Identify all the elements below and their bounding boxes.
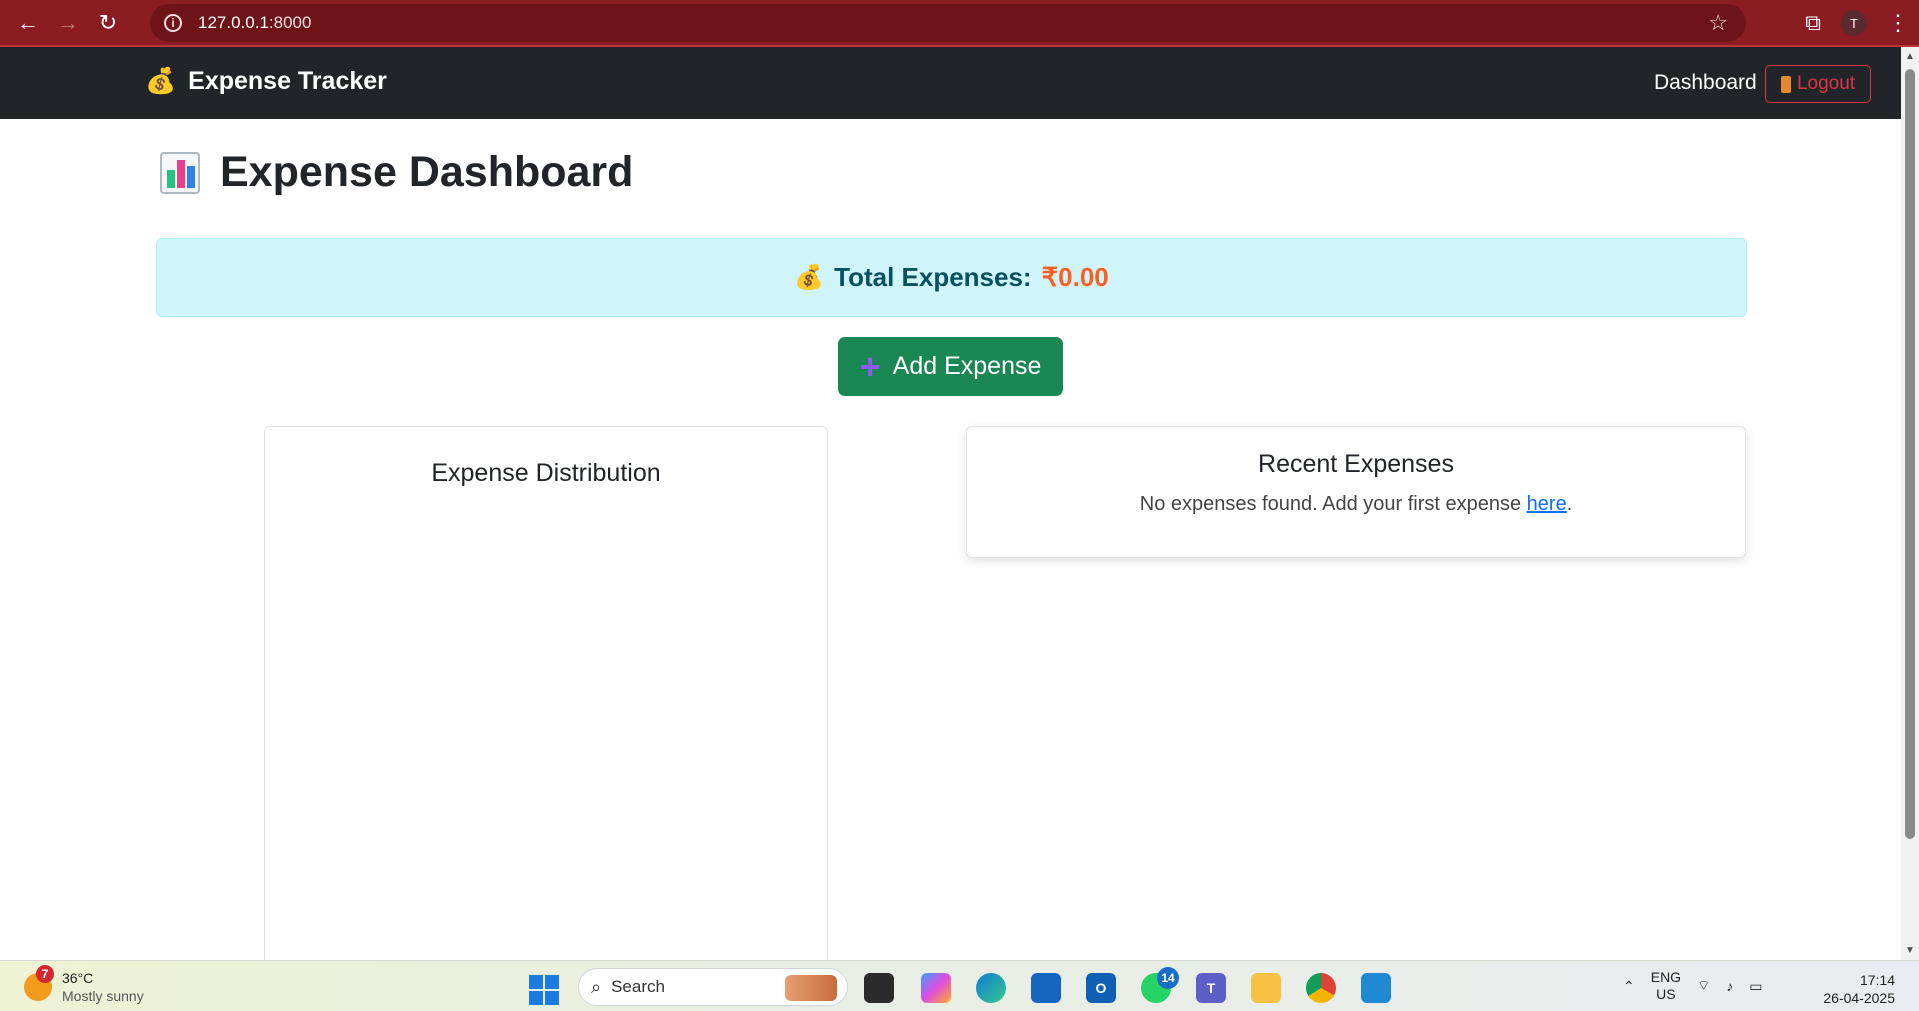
weather-badge: 7	[36, 965, 54, 983]
battery-icon[interactable]: ▭	[1749, 978, 1762, 995]
distribution-title: Expense Distribution	[431, 459, 661, 487]
copilot-icon[interactable]	[921, 973, 951, 1003]
money-bag-icon: 💰	[794, 264, 825, 291]
expense-distribution-card: Expense Distribution	[264, 426, 828, 1011]
address-bar[interactable]: i 127.0.0.1:8000 ☆	[150, 4, 1746, 42]
brand[interactable]: 💰 Expense Tracker	[145, 67, 387, 96]
url-host: 127.0.0.1	[198, 13, 269, 32]
whatsapp-badge: 14	[1157, 967, 1179, 989]
browser-actions: ⧉ T ⋮	[1805, 4, 1909, 42]
browser-menu-icon[interactable]: ⋮	[1887, 10, 1909, 36]
page-scrollbar[interactable]: ▲ ▼	[1901, 47, 1919, 960]
scroll-down-icon[interactable]: ▼	[1905, 945, 1915, 956]
weather-widget[interactable]: 7 36°C Mostly sunny	[24, 965, 144, 1005]
search-highlight-icon	[785, 975, 837, 1001]
extensions-icon[interactable]: ⧉	[1805, 10, 1821, 36]
whatsapp-icon[interactable]: 14	[1141, 967, 1179, 1003]
weather-temp: 36°C	[62, 970, 94, 986]
search-icon: ⌕	[591, 976, 602, 997]
scroll-thumb[interactable]	[1905, 69, 1915, 839]
language-indicator[interactable]: ENG US	[1651, 969, 1681, 1003]
lang-line2: US	[1656, 986, 1676, 1002]
browser-toolbar: ← → ↻ i 127.0.0.1:8000 ☆ ⧉ T ⋮	[0, 0, 1919, 47]
site-info-icon[interactable]: i	[164, 14, 182, 32]
system-tray: ⌃ ENG US ⌔ ♪ ▭	[1623, 969, 1762, 1003]
total-label: Total Expenses:	[834, 262, 1032, 292]
vscode-icon[interactable]	[1361, 973, 1391, 1003]
add-expense-label: Add Expense	[892, 352, 1042, 380]
clock-time: 17:14	[1859, 972, 1895, 988]
logout-label: Logout	[1796, 73, 1856, 94]
back-icon[interactable]: ←	[8, 3, 48, 43]
reload-icon[interactable]: ↻	[88, 3, 128, 43]
nav-link-dashboard[interactable]: Dashboard	[1654, 71, 1757, 95]
total-expenses-alert: 💰 Total Expenses: ₹0.00	[156, 238, 1747, 317]
bookmark-star-icon[interactable]: ☆	[1708, 10, 1728, 36]
plus-icon: +	[859, 345, 881, 387]
clock-date: 26-04-2025	[1823, 990, 1895, 1006]
taskbar-clock[interactable]: 17:14 26-04-2025	[1823, 971, 1895, 1007]
url-port: :8000	[268, 13, 312, 32]
chrome-icon[interactable]	[1306, 973, 1336, 1003]
file-explorer-icon[interactable]	[1251, 973, 1281, 1003]
empty-message: No expenses found. Add your first expens…	[967, 493, 1745, 516]
total-amount: ₹0.00	[1041, 262, 1109, 292]
lang-line1: ENG	[1650, 969, 1682, 985]
outlook-icon[interactable]: O	[1086, 973, 1116, 1003]
show-hidden-icons-icon[interactable]: ⌃	[1623, 978, 1635, 995]
door-icon	[1780, 75, 1791, 93]
weather-condition: Mostly sunny	[62, 988, 144, 1004]
windows-taskbar: 7 36°C Mostly sunny ⌕ Search O 14 T ⌃ EN…	[0, 960, 1919, 1011]
edge-icon[interactable]	[976, 973, 1006, 1003]
profile-avatar[interactable]: T	[1841, 10, 1867, 36]
recent-title: Recent Expenses	[1258, 450, 1454, 478]
app-navbar: 💰 Expense Tracker Dashboard Logout	[0, 47, 1901, 119]
logout-button[interactable]: Logout	[1765, 65, 1871, 103]
page-title-text: Expense Dashboard	[220, 148, 634, 196]
wifi-icon[interactable]: ⌔	[1697, 977, 1710, 995]
empty-suffix: .	[1566, 493, 1573, 515]
bar-chart-icon	[160, 151, 200, 194]
brand-name: Expense Tracker	[188, 67, 387, 95]
volume-icon[interactable]: ♪	[1726, 978, 1733, 994]
teams-icon[interactable]: T	[1196, 973, 1226, 1003]
search-placeholder: Search	[611, 977, 665, 996]
empty-text: No expenses found. Add your first expens…	[1139, 493, 1527, 515]
sun-icon: 7	[24, 965, 54, 1001]
add-first-expense-link[interactable]: here	[1527, 493, 1567, 515]
windows-start-icon[interactable]	[529, 975, 559, 1005]
taskbar-search[interactable]: ⌕ Search	[578, 968, 848, 1006]
forward-icon[interactable]: →	[48, 3, 88, 43]
task-view-icon[interactable]	[864, 973, 894, 1003]
page-title: Expense Dashboard	[160, 148, 633, 197]
add-expense-button[interactable]: + Add Expense	[838, 337, 1063, 396]
money-bag-icon: 💰	[145, 67, 177, 95]
recent-expenses-card: Recent Expenses No expenses found. Add y…	[966, 426, 1746, 558]
scroll-up-icon[interactable]: ▲	[1905, 51, 1915, 62]
store-icon[interactable]	[1031, 973, 1061, 1003]
